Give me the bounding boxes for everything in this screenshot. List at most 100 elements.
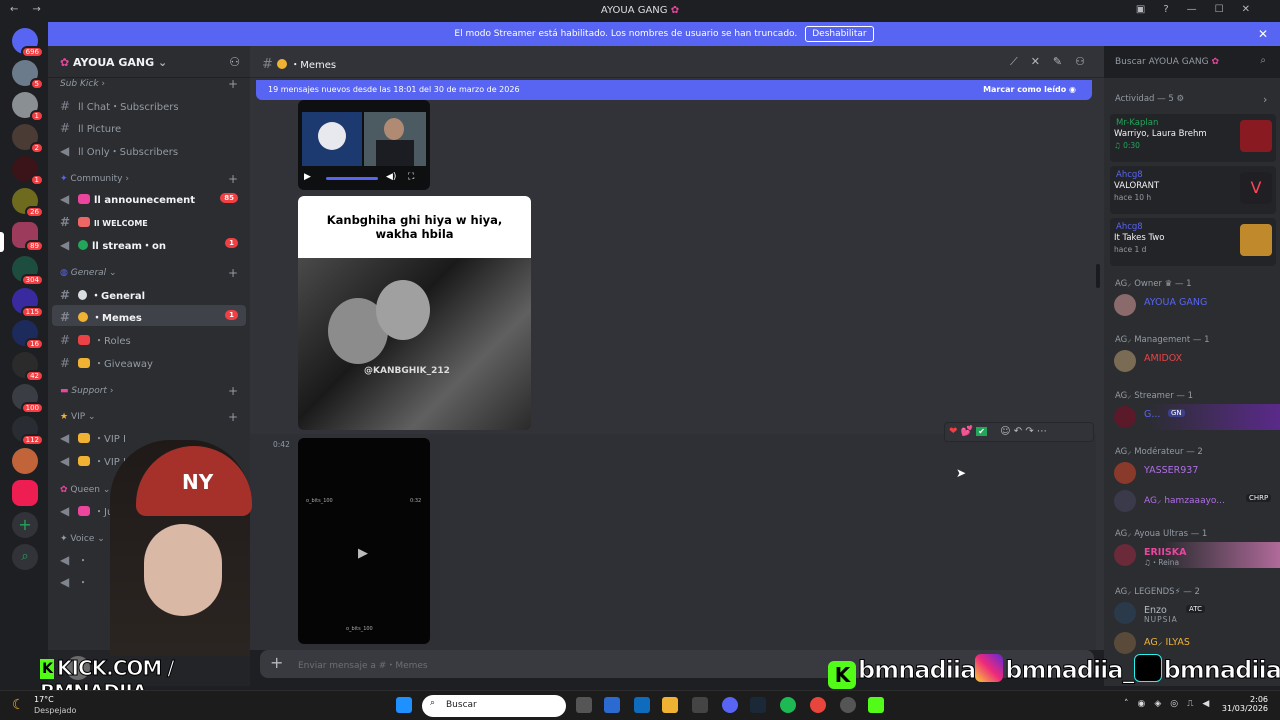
direct-messages-icon[interactable]: 696 [12, 28, 44, 58]
meme-image-attachment[interactable]: Kanbghiha ghi hiya w hiya, wakha hbila @… [298, 196, 531, 430]
server-icon[interactable]: 100 [12, 384, 44, 414]
activity-card[interactable]: Mr-Kaplan Warriyo, Laura Brehm ♫ 0:30 [1110, 114, 1276, 162]
task-view-icon[interactable] [576, 697, 592, 713]
obs-icon[interactable] [840, 697, 856, 713]
outlook-icon[interactable] [634, 697, 650, 713]
window-controls[interactable]: ▣?—☐✕ [1136, 4, 1268, 15]
add-channel-icon[interactable]: + [228, 172, 238, 186]
volume-icon[interactable]: ◀) [386, 172, 396, 182]
more-options-icon[interactable]: ⋯ [1037, 426, 1047, 437]
discover-icon[interactable]: ⌕ [12, 544, 38, 570]
reply-icon[interactable]: ↶ [1014, 426, 1022, 437]
activity-card[interactable]: Ahcg8 It Takes Two hace 1 d [1110, 218, 1276, 266]
scrollbar-thumb[interactable] [1096, 264, 1100, 288]
play-icon[interactable]: ▶ [304, 172, 311, 182]
server-icon[interactable]: 115 [12, 288, 44, 318]
threads-icon[interactable]: ⟋ [1010, 55, 1031, 68]
forward-icon[interactable]: ↷ [1025, 426, 1033, 437]
search-icon[interactable]: ⌕ [1260, 55, 1266, 66]
channel-memes[interactable]: # ・Memes 1 [52, 305, 246, 326]
add-channel-icon[interactable]: + [228, 266, 238, 280]
channel-chat-subscribers[interactable]: # ll Chat・Subscribers [52, 94, 246, 115]
system-tray[interactable]: ˄◉◈◎⎍◀ [1124, 699, 1218, 709]
server-icon-active[interactable]: 89 [12, 222, 44, 252]
server-icon[interactable]: 112 [12, 416, 44, 446]
channel-roles[interactable]: # ・Roles [52, 328, 246, 349]
video-attachment[interactable]: ▶ ◀) ⛶ [298, 100, 430, 190]
inbox-icon[interactable]: ▣ [1136, 4, 1163, 15]
search-input[interactable]: Buscar AYOUA GANG ✿ ⌕ [1108, 52, 1272, 72]
fullscreen-icon[interactable]: ⛶ [408, 172, 414, 182]
category-community[interactable]: ✦ Community › + [60, 172, 238, 186]
member-item[interactable]: Enzo NUPSIA ATC [1114, 600, 1276, 626]
channel-stream-on[interactable]: ◀ ll stream・on 1 [52, 233, 246, 254]
file-explorer-icon[interactable] [662, 697, 678, 713]
server-icon[interactable]: 1 [12, 92, 44, 122]
disable-button[interactable]: Deshabilitar [805, 26, 874, 42]
header-actions[interactable]: ⟋✕✎⚇ [1010, 55, 1098, 69]
channel-welcome[interactable]: # ll WELCOME [52, 211, 246, 232]
activity-header[interactable]: Actividad — 5 ⚙ › [1115, 93, 1267, 106]
hearts-reaction-icon[interactable]: 💕 [961, 426, 973, 437]
taskbar-clock[interactable]: 2:06 31/03/2026 [1222, 695, 1268, 713]
members-icon[interactable]: ⚇ [1075, 55, 1098, 68]
help-icon[interactable]: ? [1163, 4, 1186, 15]
pin-icon[interactable]: ✎ [1053, 55, 1075, 68]
add-reaction-icon[interactable]: ☺ [1000, 426, 1010, 437]
live-server-icon[interactable] [12, 480, 38, 506]
add-member-icon[interactable]: ⚇ [229, 55, 240, 69]
member-item[interactable]: YASSER937 [1114, 460, 1276, 486]
capture-icon[interactable] [692, 697, 708, 713]
channel-picture[interactable]: # ll Picture [52, 117, 246, 138]
kick-app-icon[interactable] [868, 697, 884, 713]
store-icon[interactable] [604, 697, 620, 713]
chevron-right-icon[interactable]: › [1263, 93, 1267, 106]
steam-icon[interactable] [750, 697, 766, 713]
vertical-video-attachment[interactable]: o_bits_100 0:32 ▶ o_bits_100 [298, 438, 430, 644]
close-button[interactable]: ✕ [1242, 4, 1268, 15]
server-icon[interactable]: 2 [12, 124, 44, 154]
server-icon[interactable]: 304 [12, 256, 44, 286]
category-support[interactable]: ▬ Support › + [60, 384, 238, 398]
add-server-icon[interactable]: + [12, 512, 38, 538]
maximize-button[interactable]: ☐ [1215, 4, 1242, 15]
mark-as-read-button[interactable]: Marcar como leído ◉ [983, 85, 1076, 94]
add-channel-icon[interactable]: + [228, 384, 238, 398]
minimize-button[interactable]: — [1187, 4, 1215, 15]
channel-announcement[interactable]: ◀ ll announecement 85 [52, 188, 246, 209]
category-vip[interactable]: ★ VIP ⌄ + [60, 410, 238, 424]
category-general[interactable]: ◍ General ⌄ + [60, 266, 238, 280]
discord-icon[interactable] [722, 697, 738, 713]
mute-bell-icon[interactable]: ✕ [1031, 55, 1053, 68]
server-icon[interactable] [12, 448, 38, 474]
guild-header[interactable]: ✿ AYOUA GANG ⌄ ⚇ [48, 46, 250, 78]
video-progress-bar[interactable] [326, 177, 378, 180]
server-icon[interactable]: 1 [12, 156, 44, 186]
spotify-icon[interactable] [780, 697, 796, 713]
windows-start-icon[interactable] [396, 697, 412, 713]
add-channel-icon[interactable]: + [228, 77, 238, 91]
member-item[interactable]: ERIISKA ♫・Reina [1114, 542, 1280, 568]
channel-general[interactable]: # ・General [52, 283, 246, 304]
category-subkick[interactable]: Sub Kick › + [60, 77, 238, 91]
server-icon[interactable]: 5 [12, 60, 44, 90]
member-item[interactable]: G... GN [1114, 404, 1280, 430]
check-reaction-icon[interactable]: ✔ [976, 427, 987, 436]
member-item[interactable]: AG⸝ hamzaaayo... CHRP [1114, 488, 1276, 514]
new-messages-bar[interactable]: 19 mensajes nuevos desde las 18:01 del 3… [256, 80, 1092, 100]
banner-close-icon[interactable]: ✕ [1258, 27, 1268, 41]
add-channel-icon[interactable]: + [228, 410, 238, 424]
server-icon[interactable]: 42 [12, 352, 44, 382]
channel-giveaway[interactable]: # ・Giveaway [52, 351, 246, 372]
play-icon[interactable]: ▶ [358, 546, 368, 561]
heart-reaction-icon[interactable]: ❤ [949, 426, 957, 437]
taskbar-search[interactable]: ⌕ Buscar [422, 695, 566, 717]
member-item[interactable]: AYOUA GANG [1114, 292, 1276, 318]
chrome-icon[interactable] [810, 697, 826, 713]
server-icon[interactable]: 26 [12, 188, 44, 218]
member-item[interactable]: AMIDOX [1114, 348, 1276, 374]
server-icon[interactable]: 16 [12, 320, 44, 350]
channel-only-subscribers[interactable]: ◀ ll Only・Subscribers [52, 139, 246, 160]
member-item[interactable]: AG⸝ ILYAS [1114, 630, 1276, 656]
activity-card[interactable]: Ahcg8 VALORANT hace 10 h V [1110, 166, 1276, 214]
